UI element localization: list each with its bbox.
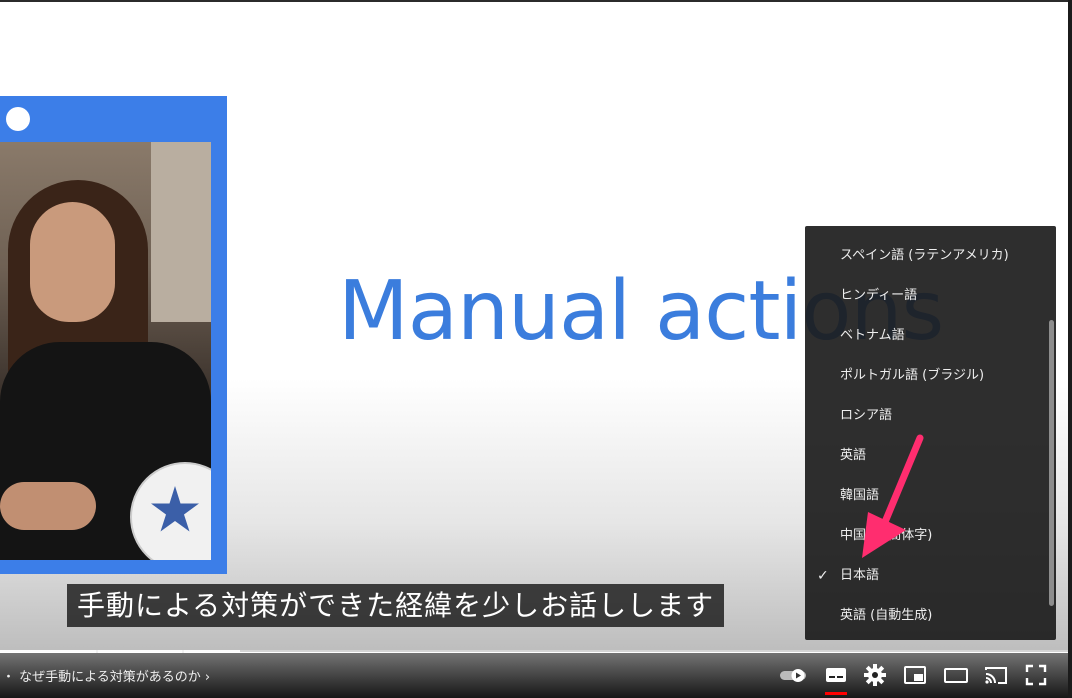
caption-subtitle: 手動による対策ができた経緯を少しお話しします: [67, 584, 725, 627]
menu-item-label: ポルトガル語 (ブラジル): [840, 368, 985, 383]
menu-item-chinese-simplified[interactable]: 中国語 (簡体字): [805, 516, 1048, 556]
checkmark-icon: ✓: [817, 568, 829, 584]
menu-item-label: スペイン語 (ラテンアメリカ): [840, 248, 1009, 263]
theater-mode-icon[interactable]: [943, 662, 969, 688]
menu-item-english-auto[interactable]: 英語 (自動生成): [805, 596, 1048, 636]
presenter-frame-dot: [6, 107, 30, 131]
menu-item-russian[interactable]: ロシア語: [805, 396, 1048, 436]
menu-item-label: ベトナム語: [840, 328, 905, 343]
menu-item-korean[interactable]: 韓国語: [805, 476, 1048, 516]
presenter-video: [0, 142, 211, 560]
menu-scrollbar[interactable]: [1049, 320, 1054, 606]
fullscreen-icon[interactable]: [1023, 662, 1049, 688]
menu-item-label: 英語 (自動生成): [840, 608, 933, 623]
menu-item-vietnamese[interactable]: ベトナム語: [805, 316, 1048, 356]
menu-item-hindi[interactable]: ヒンディー語: [805, 276, 1048, 316]
frame-right-border: [1068, 0, 1072, 698]
presenter-video-frame: [0, 96, 227, 574]
caption-language-menu[interactable]: スペイン語 (ラテンアメリカ) ヒンディー語 ベトナム語 ポルトガル語 (ブラジ…: [805, 226, 1056, 640]
settings-gear-icon[interactable]: [862, 662, 888, 688]
captions-active-indicator: [825, 692, 847, 695]
menu-item-spanish-latam[interactable]: スペイン語 (ラテンアメリカ): [805, 236, 1048, 276]
menu-item-japanese[interactable]: ✓ 日本語: [805, 556, 1048, 596]
subtitles-icon[interactable]: [823, 662, 849, 688]
menu-item-english[interactable]: 英語: [805, 436, 1048, 476]
chapter-title-button[interactable]: ・ なぜ手動による対策があるのか ›: [2, 666, 210, 685]
control-bar: ・ なぜ手動による対策があるのか ›: [0, 653, 1068, 698]
menu-item-portuguese-brazil[interactable]: ポルトガル語 (ブラジル): [805, 356, 1048, 396]
menu-item-label: 日本語: [840, 568, 880, 583]
video-player[interactable]: Manual actions 手動による対策ができた経緯を少しお話しします スペ…: [0, 0, 1072, 698]
autoplay-toggle-icon[interactable]: [778, 662, 808, 688]
menu-item-label: ロシア語: [840, 408, 893, 423]
menu-item-label: 中国語 (簡体字): [840, 528, 933, 543]
cast-icon[interactable]: [983, 662, 1009, 688]
menu-item-label: 英語: [840, 448, 867, 463]
miniplayer-icon[interactable]: [902, 662, 928, 688]
menu-item-label: 韓国語: [840, 488, 880, 503]
menu-item-label: ヒンディー語: [840, 288, 918, 303]
